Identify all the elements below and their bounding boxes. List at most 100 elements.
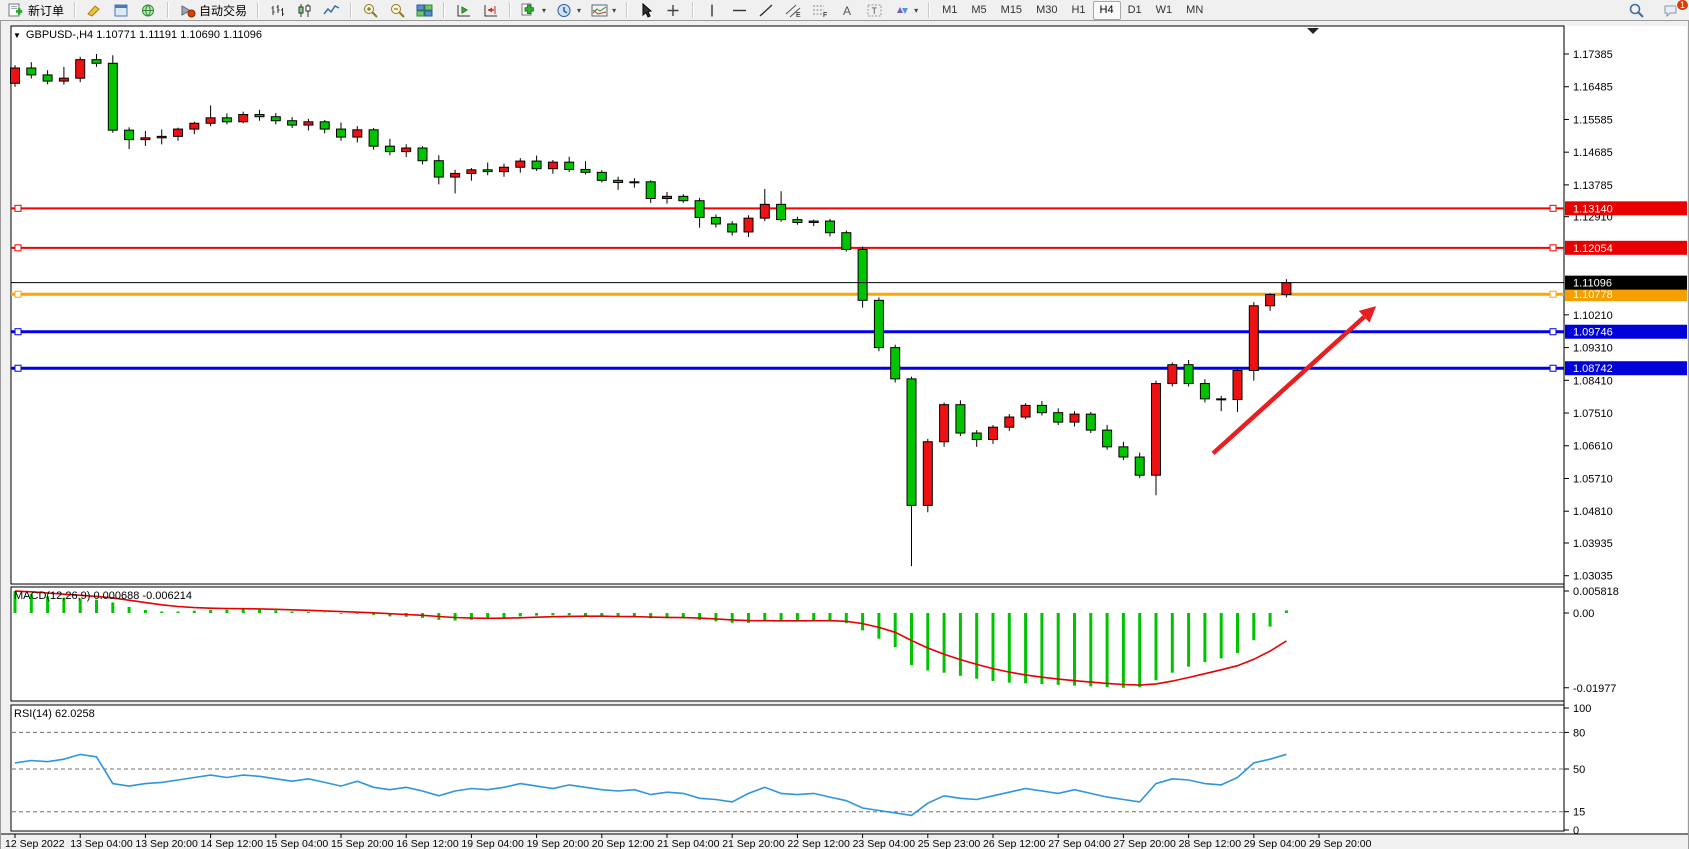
periods-button[interactable]: ▾ <box>551 0 586 20</box>
templates-icon <box>591 3 608 18</box>
toolbar-separator <box>509 2 511 18</box>
main-plot-area[interactable] <box>11 26 1564 584</box>
line-chart-icon <box>323 3 340 18</box>
candle-body <box>385 146 394 151</box>
candle-body <box>1005 417 1014 427</box>
line-anchor-handle[interactable] <box>1550 329 1556 335</box>
equidistant-channel-button[interactable]: E <box>780 0 807 20</box>
line-anchor-handle[interactable] <box>1550 205 1556 211</box>
fibonacci-button[interactable]: F <box>807 0 834 20</box>
tile-windows-button[interactable] <box>411 0 438 20</box>
styler-button[interactable] <box>81 0 108 20</box>
line-anchor-handle[interactable] <box>1550 245 1556 251</box>
candle-body <box>467 170 476 174</box>
navigator-button[interactable] <box>135 0 162 20</box>
timeframe-M15-button[interactable]: M15 <box>994 1 1029 20</box>
line-anchor-handle[interactable] <box>15 205 21 211</box>
candle-body <box>43 75 52 81</box>
macd-panel[interactable] <box>11 587 1564 701</box>
timeframe-MN-button[interactable]: MN <box>1179 1 1210 20</box>
price-badge-label: 1.12054 <box>1573 243 1613 255</box>
candle-body <box>1054 413 1063 422</box>
line-anchor-handle[interactable] <box>15 329 21 335</box>
chart-shift-button[interactable] <box>477 0 504 20</box>
time-tick-label: 20 Sep 12:00 <box>592 838 655 849</box>
horizontal-line-button[interactable] <box>726 0 753 20</box>
price-tick-label: 1.15585 <box>1573 114 1613 126</box>
time-tick-label: 29 Sep 20:00 <box>1309 838 1372 849</box>
time-tick-label: 13 Sep 20:00 <box>135 838 198 849</box>
candle-body <box>125 130 134 139</box>
toolbar-separator <box>692 2 694 18</box>
timeframe-H1-button[interactable]: H1 <box>1064 1 1092 20</box>
time-tick-label: 27 Sep 20:00 <box>1113 838 1176 849</box>
arrows-button[interactable]: ▾ <box>888 0 923 20</box>
candle-body <box>874 300 883 347</box>
cursor-button[interactable] <box>633 0 660 20</box>
tile-windows-icon <box>416 3 433 18</box>
candle-body <box>646 182 655 199</box>
candle-body <box>483 170 492 172</box>
trendline-icon <box>758 3 775 18</box>
timeframe-D1-button[interactable]: D1 <box>1121 1 1149 20</box>
price-badge-label: 1.08742 <box>1573 363 1613 375</box>
line-anchor-handle[interactable] <box>15 291 21 297</box>
price-tick-label: 1.08410 <box>1573 375 1613 387</box>
indicators-button[interactable]: ▾ <box>516 0 551 20</box>
line-anchor-handle[interactable] <box>15 245 21 251</box>
toolbar-separator <box>626 2 628 18</box>
auto-scroll-icon <box>455 3 472 18</box>
candle-body <box>581 169 590 172</box>
vertical-line-button[interactable] <box>699 0 726 20</box>
line-anchor-handle[interactable] <box>1550 291 1556 297</box>
time-tick-label: 22 Sep 12:00 <box>787 838 850 849</box>
auto-scroll-button[interactable] <box>450 0 477 20</box>
candlestick-button[interactable] <box>291 0 318 20</box>
svg-text:T: T <box>872 6 878 16</box>
candle-body <box>907 379 916 506</box>
trendline-button[interactable] <box>753 0 780 20</box>
time-tick-label: 28 Sep 12:00 <box>1179 838 1242 849</box>
data-window-button[interactable] <box>108 0 135 20</box>
text-button[interactable]: A <box>834 0 861 20</box>
candle-body <box>1233 370 1242 399</box>
time-tick-label: 25 Sep 23:00 <box>918 838 981 849</box>
zoom-in-button[interactable] <box>357 0 384 20</box>
autotrading-button[interactable]: 自动交易 <box>174 0 252 20</box>
bar-chart-button[interactable] <box>264 0 291 20</box>
zoom-out-icon <box>389 3 406 18</box>
timeframe-M1-button[interactable]: M1 <box>935 1 964 20</box>
timeframe-H4-button[interactable]: H4 <box>1093 1 1121 20</box>
candle-body <box>728 224 737 232</box>
new-order-button[interactable]: 新订单 <box>3 0 69 20</box>
macd-tick-label: 0.005818 <box>1573 586 1619 598</box>
chart-window[interactable]: 1.173851.164851.155851.146851.137851.129… <box>0 20 1689 849</box>
candle-body <box>532 161 541 169</box>
notifications-button[interactable]: 1 <box>1658 0 1685 20</box>
text-label-button[interactable]: T <box>861 0 888 20</box>
zoom-out-button[interactable] <box>384 0 411 20</box>
timeframe-M30-button[interactable]: M30 <box>1029 1 1064 20</box>
timeframe-M5-button[interactable]: M5 <box>964 1 993 20</box>
line-anchor-handle[interactable] <box>15 365 21 371</box>
candle-body <box>679 196 688 200</box>
line-anchor-handle[interactable] <box>1550 365 1556 371</box>
price-tick-label: 1.10210 <box>1573 310 1613 322</box>
time-tick-label: 13 Sep 04:00 <box>70 838 133 849</box>
line-chart-button[interactable] <box>318 0 345 20</box>
navigator-icon <box>140 3 157 18</box>
templates-button[interactable]: ▾ <box>586 0 621 20</box>
rsi-tick-label: 0 <box>1573 825 1579 837</box>
price-tick-label: 1.04810 <box>1573 506 1613 518</box>
timeframe-W1-button[interactable]: W1 <box>1149 1 1180 20</box>
price-badge-label: 1.09746 <box>1573 327 1613 339</box>
candle-body <box>777 204 786 219</box>
toolbar-separator <box>350 2 352 18</box>
crosshair-button[interactable] <box>660 0 687 20</box>
search-button[interactable] <box>1623 0 1650 20</box>
toolbar-separator <box>167 2 169 18</box>
candle-body <box>548 162 557 169</box>
candle-body <box>157 136 166 137</box>
label-icon: T <box>866 3 883 18</box>
price-chart[interactable]: 1.173851.164851.155851.146851.137851.129… <box>1 21 1688 849</box>
